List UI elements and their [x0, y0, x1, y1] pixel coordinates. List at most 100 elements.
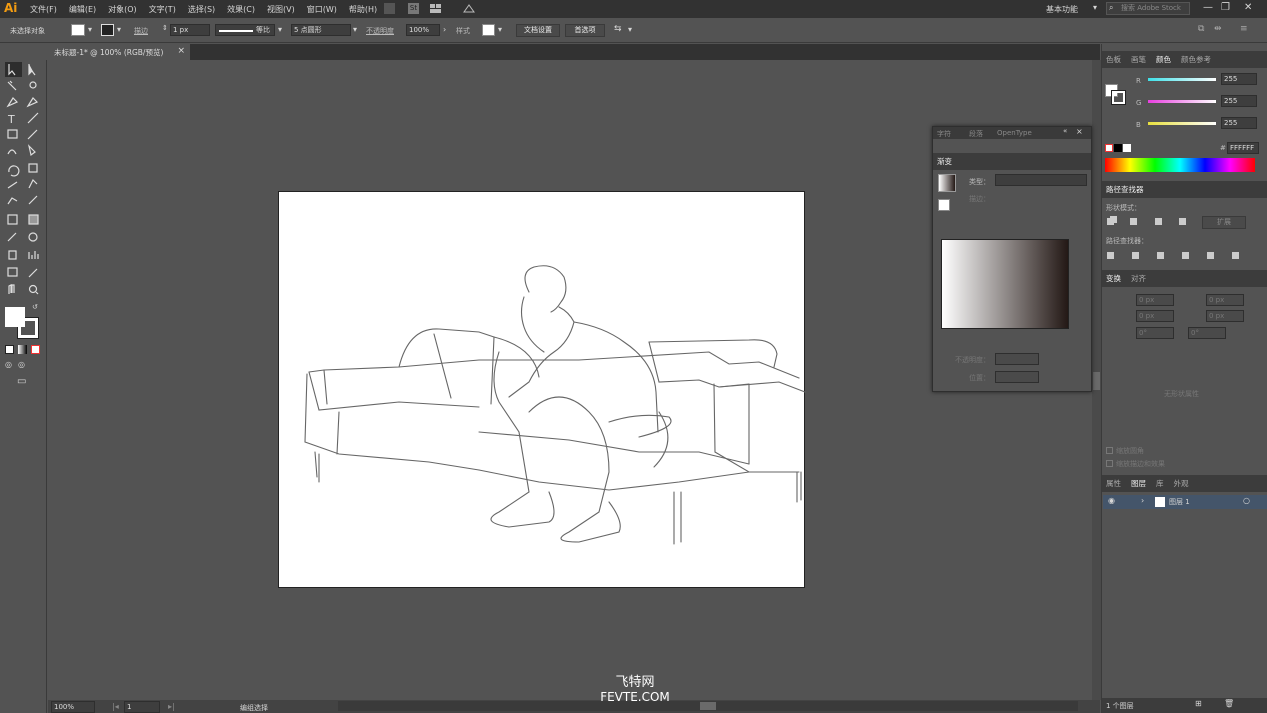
transform-shear-field[interactable]: 0° [1188, 327, 1226, 339]
tab-swatches[interactable]: 色板 [1106, 54, 1121, 65]
brush-dropdown-icon[interactable]: ▾ [353, 25, 357, 34]
gradient-type-select[interactable] [995, 174, 1087, 186]
variable-width-profile[interactable]: 等比 [215, 24, 275, 36]
layer-row[interactable]: ◉ › 图层 1 ○ [1103, 495, 1267, 509]
preferences-button[interactable]: 首选项 [565, 24, 605, 37]
menu-effect[interactable]: 效果(C) [227, 4, 255, 15]
channel-g-slider[interactable] [1148, 100, 1216, 103]
artboard-number-field[interactable]: 1 [124, 701, 160, 713]
profile-dropdown-icon[interactable]: ▾ [278, 25, 282, 34]
stroke-dropdown-icon[interactable]: ▾ [117, 25, 121, 34]
channel-r-slider[interactable] [1148, 78, 1216, 81]
screen-mode-icon[interactable]: ▭ [17, 376, 26, 387]
new-layer-icon[interactable]: ⊞ [1195, 699, 1202, 708]
pathfinder-title[interactable]: 路径查找器 [1106, 184, 1144, 195]
gradient-position-field[interactable] [995, 371, 1039, 383]
document-setup-button[interactable]: 文档设置 [516, 24, 560, 37]
color-mode-icon[interactable] [5, 345, 14, 354]
tab-libraries[interactable]: 库 [1156, 478, 1164, 489]
artboard[interactable] [278, 191, 806, 588]
chevron-down-icon[interactable]: ▾ [1093, 3, 1097, 12]
tab-brushes[interactable]: 画笔 [1131, 54, 1146, 65]
workspace-switcher[interactable]: 基本功能 [1046, 4, 1078, 15]
panel-toggle-icon[interactable]: ⧉ [1198, 24, 1204, 34]
transform-h-field[interactable]: 0 px [1206, 310, 1244, 322]
arrange-dropdown-icon[interactable]: ▾ [628, 25, 632, 34]
color-stroke-icon[interactable] [1111, 90, 1126, 105]
style-dropdown-icon[interactable]: ▾ [498, 25, 502, 34]
fill-swatch[interactable] [71, 24, 85, 36]
channel-r-field[interactable]: 255 [1221, 73, 1257, 85]
layer-name[interactable]: 图层 1 [1169, 497, 1190, 507]
tab-align[interactable]: 对齐 [1131, 273, 1146, 284]
horizontal-scroll-thumb[interactable] [700, 702, 716, 710]
delete-layer-icon[interactable]: 🗑 [1224, 699, 1234, 708]
scale-corners-checkbox[interactable] [1106, 447, 1113, 454]
transform-x-field[interactable]: 0 px [1136, 294, 1174, 306]
gradient-ramp[interactable] [941, 239, 1069, 329]
opacity-arrow-icon[interactable]: › [443, 25, 446, 34]
gradient-panel-header[interactable]: 渐变 [933, 153, 1091, 170]
draw-behind-icon[interactable]: ◎ [18, 360, 25, 369]
draw-mode-icon[interactable]: ◎ [5, 360, 12, 369]
channel-b-field[interactable]: 255 [1221, 117, 1257, 129]
tab-properties[interactable]: 属性 [1106, 478, 1121, 489]
restore-button[interactable]: ❐ [1221, 2, 1230, 13]
opacity-label[interactable]: 不透明度 [366, 26, 394, 36]
menu-edit[interactable]: 编辑(E) [69, 4, 96, 15]
gradient-mode-icon[interactable] [18, 345, 27, 354]
close-panel-icon[interactable]: × [1076, 127, 1083, 136]
minimize-button[interactable]: — [1203, 2, 1213, 13]
pathfinder-icons[interactable] [1107, 250, 1257, 262]
none-color-icon[interactable] [1105, 144, 1113, 152]
tab-layers[interactable]: 图层 [1131, 478, 1146, 489]
none-mode-icon[interactable] [31, 345, 40, 354]
fill-dropdown-icon[interactable]: ▾ [88, 25, 92, 34]
menu-object[interactable]: 对象(O) [108, 4, 137, 15]
menu-select[interactable]: 选择(S) [188, 4, 215, 15]
tab-opentype[interactable]: OpenType [997, 129, 1032, 137]
graphic-style-swatch[interactable] [482, 24, 495, 36]
hex-field[interactable]: FFFFFF [1227, 142, 1259, 154]
arrange-icon[interactable]: ⇆ [614, 24, 622, 34]
arrange-docs-icon[interactable] [430, 3, 444, 14]
menu-view[interactable]: 视图(V) [267, 4, 295, 15]
tab-appearance[interactable]: 外观 [1174, 478, 1189, 489]
swap-colors-icon[interactable]: ↺ [32, 303, 38, 311]
expand-button[interactable]: 扩展 [1202, 216, 1246, 229]
align-icon[interactable]: ⇹ [1214, 24, 1222, 34]
close-window-button[interactable]: ✕ [1244, 2, 1252, 13]
document-tab[interactable]: 未标题-1* @ 100% (RGB/预览) × [48, 44, 190, 60]
gpu-performance-icon[interactable] [462, 3, 476, 14]
collapse-icon[interactable]: « [1063, 127, 1067, 135]
next-artboard-icon[interactable]: ▸| [168, 702, 175, 711]
shape-mode-icons[interactable] [1107, 216, 1197, 228]
color-spectrum[interactable] [1105, 158, 1255, 172]
tab-gradient[interactable]: 渐变 [937, 156, 952, 167]
stroke-stepper-icon[interactable]: ⇕ [162, 24, 168, 32]
channel-g-field[interactable]: 255 [1221, 95, 1257, 107]
tab-paragraph[interactable]: 段落 [969, 129, 983, 139]
tab-transform[interactable]: 变换 [1106, 273, 1121, 284]
menu-file[interactable]: 文件(F) [30, 4, 57, 15]
expand-layer-icon[interactable]: › [1141, 496, 1144, 505]
stock-search-input[interactable]: 搜索 Adobe Stock [1106, 2, 1190, 15]
black-color-icon[interactable] [1114, 144, 1122, 152]
fill-color-front[interactable] [5, 307, 25, 327]
transform-w-field[interactable]: 0 px [1206, 294, 1244, 306]
gradient-fill-icon[interactable] [938, 199, 950, 211]
panel-menu-icon[interactable]: ≡ [1240, 24, 1248, 34]
menu-help[interactable]: 帮助(H) [349, 4, 377, 15]
scale-strokes-checkbox[interactable] [1106, 460, 1113, 467]
gradient-opacity-field[interactable] [995, 353, 1039, 365]
character-panel-header[interactable]: 字符 段落 OpenType « × [933, 127, 1091, 139]
opacity-field[interactable]: 100% [406, 24, 440, 36]
stroke-label[interactable]: 描边 [134, 26, 148, 36]
eye-icon[interactable]: ◉ [1108, 496, 1115, 505]
horizontal-scrollbar[interactable] [338, 701, 1078, 711]
tab-color[interactable]: 颜色 [1156, 54, 1171, 65]
tab-character[interactable]: 字符 [937, 129, 951, 139]
bridge-icon[interactable] [384, 3, 395, 14]
gradient-preview-swatch[interactable] [938, 174, 956, 192]
transform-angle-field[interactable]: 0° [1136, 327, 1174, 339]
